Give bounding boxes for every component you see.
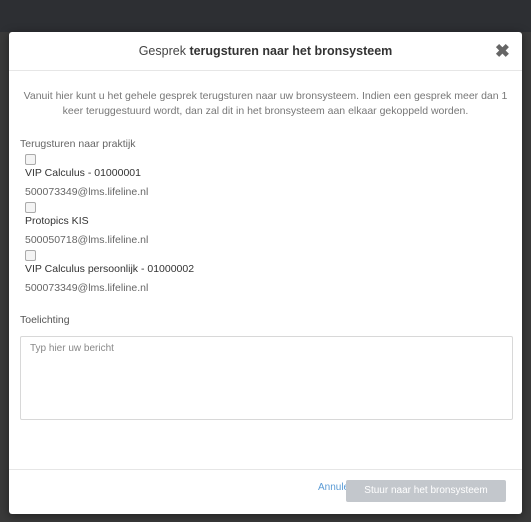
practice-email: 500073349@lms.lifeline.nl [25, 186, 149, 198]
practice-checkbox[interactable] [25, 250, 36, 261]
note-label: Toelichting [20, 314, 70, 326]
practice-checkbox[interactable] [25, 154, 36, 165]
practice-name: Protopics KIS [25, 215, 89, 227]
dialog-footer: Annuleer Stuur naar het bronsysteem [9, 469, 522, 514]
note-placeholder: Typ hier uw bericht [30, 343, 114, 354]
practice-email: 500050718@lms.lifeline.nl [25, 234, 149, 246]
send-to-source-button[interactable]: Stuur naar het bronsysteem [346, 480, 506, 502]
backdrop [0, 0, 531, 32]
practice-section-label: Terugsturen naar praktijk [20, 138, 136, 150]
practice-name: VIP Calculus persoonlijk - 01000002 [25, 263, 195, 275]
send-to-source-dialog: Gesprek terugsturen naar het bronsysteem… [9, 32, 522, 514]
intro-text: Vanuit hier kunt u het gehele gesprek te… [23, 90, 508, 117]
dialog-header: Gesprek terugsturen naar het bronsysteem… [9, 32, 522, 71]
practice-email: 500073349@lms.lifeline.nl [25, 282, 149, 294]
practice-checkbox[interactable] [25, 202, 36, 213]
dialog-title: terugsturen naar het bronsysteem [189, 44, 393, 58]
dialog-title-prefix: Gesprek [138, 44, 186, 58]
practice-name: VIP Calculus - 01000001 [25, 167, 141, 179]
note-textarea[interactable]: Typ hier uw bericht [20, 336, 513, 420]
practice-option-3: VIP Calculus persoonlijk - 01000002 5000… [25, 250, 522, 294]
practice-option-1: VIP Calculus - 01000001 500073349@lms.li… [25, 154, 522, 198]
practice-option-2: Protopics KIS 500050718@lms.lifeline.nl [25, 202, 522, 246]
close-icon[interactable]: ✖ [495, 32, 510, 70]
